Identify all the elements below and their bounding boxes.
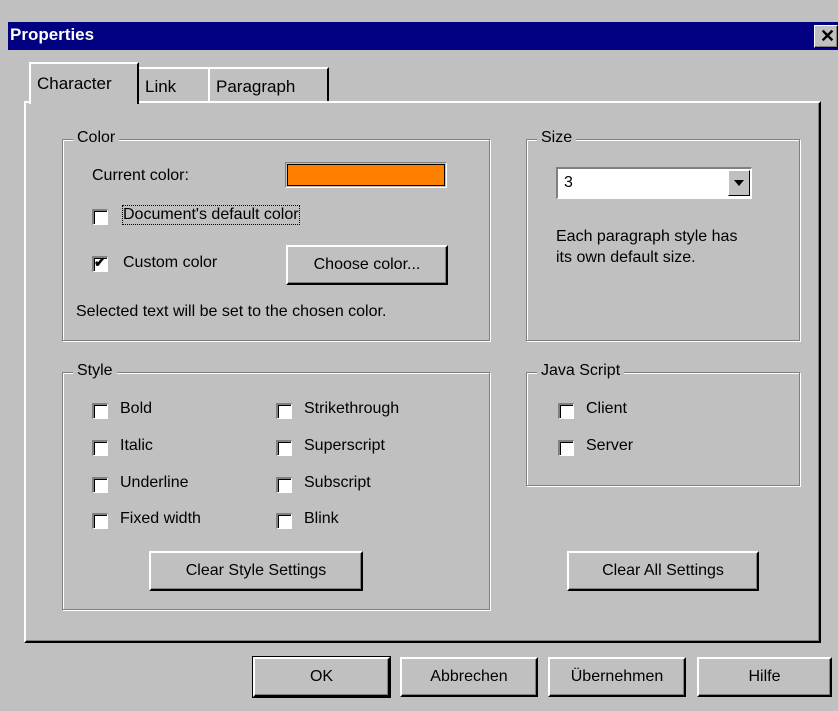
tab-link-label: Link <box>145 77 177 96</box>
size-select[interactable]: 3 <box>556 167 752 199</box>
document-default-color-checkbox[interactable] <box>92 209 108 225</box>
italic-label[interactable]: Italic <box>120 437 153 455</box>
javascript-group-legend: Java Script <box>537 362 625 380</box>
window-title: Properties <box>10 25 95 44</box>
current-color-swatch <box>285 162 447 188</box>
underline-checkbox[interactable] <box>92 477 108 493</box>
client-label[interactable]: Client <box>586 400 627 418</box>
current-color-fill <box>287 164 445 186</box>
apply-button-label: Übernehmen <box>570 668 664 685</box>
custom-color-label[interactable]: Custom color <box>123 254 217 272</box>
color-group-legend: Color <box>73 129 120 147</box>
properties-dialog: Properties ✕ Character Link Paragraph Co… <box>0 0 838 711</box>
help-button-label: Hilfe <box>748 668 781 685</box>
client-checkbox[interactable] <box>558 403 574 419</box>
bold-label[interactable]: Bold <box>120 400 152 418</box>
size-note-line1: Each paragraph style has <box>556 228 738 245</box>
bold-checkbox[interactable] <box>92 403 108 419</box>
ok-button-label: OK <box>309 668 334 685</box>
fixed-width-label[interactable]: Fixed width <box>120 510 201 528</box>
subscript-label[interactable]: Subscript <box>304 474 371 492</box>
color-note: Selected text will be set to the chosen … <box>76 303 387 320</box>
tab-link[interactable]: Link <box>137 67 210 102</box>
strikethrough-checkbox[interactable] <box>276 403 292 419</box>
cancel-button-label: Abbrechen <box>430 668 508 685</box>
ok-button[interactable]: OK <box>252 656 391 698</box>
javascript-group: Java Script <box>526 362 800 486</box>
blink-label[interactable]: Blink <box>304 510 339 528</box>
superscript-label[interactable]: Superscript <box>304 437 385 455</box>
subscript-checkbox[interactable] <box>276 477 292 493</box>
cancel-button[interactable]: Abbrechen <box>400 657 538 697</box>
size-select-value: 3 <box>564 174 573 191</box>
strikethrough-label[interactable]: Strikethrough <box>304 400 399 418</box>
clear-style-settings-label: Clear Style Settings <box>185 562 327 579</box>
italic-checkbox[interactable] <box>92 440 108 456</box>
apply-button[interactable]: Übernehmen <box>548 657 686 697</box>
chevron-down-icon[interactable] <box>728 170 750 196</box>
tab-character[interactable]: Character <box>29 62 139 104</box>
title-bar[interactable]: Properties ✕ <box>8 22 838 50</box>
tab-paragraph[interactable]: Paragraph <box>208 67 329 102</box>
server-label[interactable]: Server <box>586 437 633 455</box>
size-group-legend: Size <box>537 129 577 147</box>
underline-label[interactable]: Underline <box>120 474 188 492</box>
tab-paragraph-label: Paragraph <box>216 77 296 96</box>
fixed-width-checkbox[interactable] <box>92 513 108 529</box>
choose-color-button[interactable]: Choose color... <box>286 245 448 285</box>
style-group-legend: Style <box>73 362 117 380</box>
tab-character-label: Character <box>37 74 112 93</box>
clear-style-settings-button[interactable]: Clear Style Settings <box>149 551 363 591</box>
superscript-checkbox[interactable] <box>276 440 292 456</box>
server-checkbox[interactable] <box>558 440 574 456</box>
clear-all-settings-label: Clear All Settings <box>602 562 724 579</box>
document-default-color-label[interactable]: Document's default color <box>122 205 300 225</box>
close-icon: ✕ <box>820 26 836 46</box>
current-color-label: Current color: <box>92 167 189 184</box>
custom-color-checkbox[interactable] <box>92 254 108 272</box>
clear-all-settings-button[interactable]: Clear All Settings <box>567 551 759 591</box>
size-note-line2: its own default size. <box>556 249 696 266</box>
close-button[interactable]: ✕ <box>814 25 838 48</box>
blink-checkbox[interactable] <box>276 513 292 529</box>
choose-color-button-label: Choose color... <box>313 256 421 273</box>
help-button[interactable]: Hilfe <box>697 657 832 697</box>
